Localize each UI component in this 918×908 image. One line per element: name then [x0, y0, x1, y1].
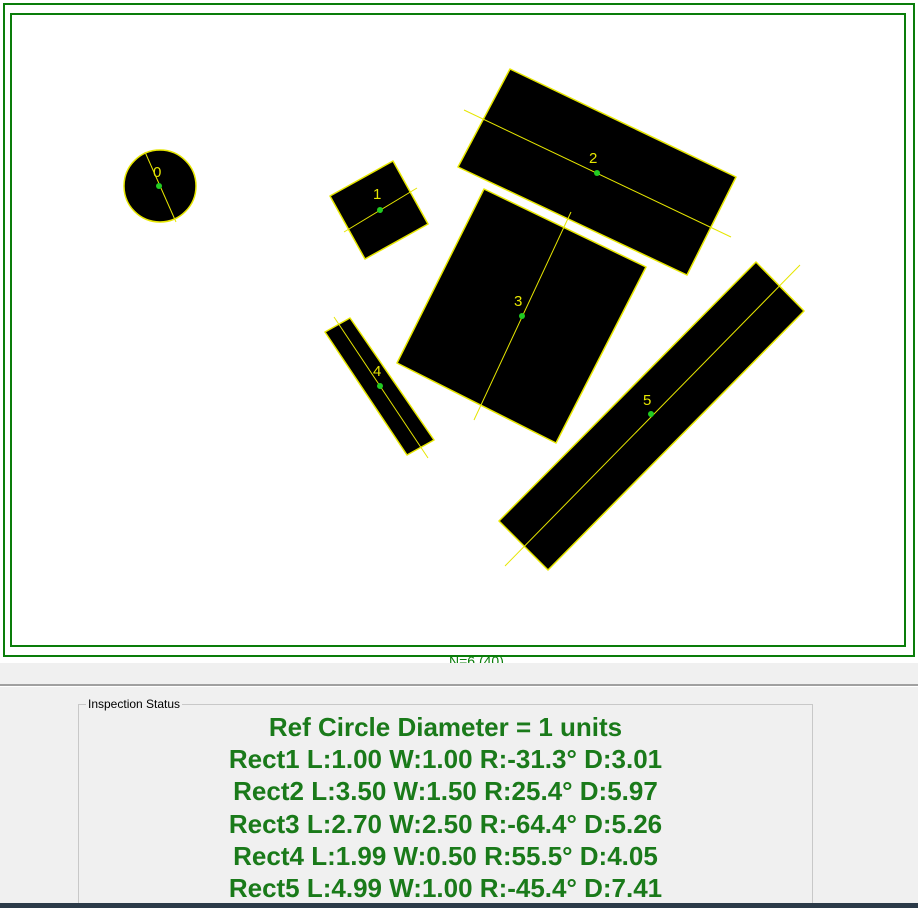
status-line-ref-circle: Ref Circle Diameter = 1 units: [268, 712, 623, 742]
inspection-viewport: 0 1 2 3 4 5 N=6 (40): [0, 0, 918, 663]
status-line-rect4: Rect4 L:1.99 W:0.50 R:55.5° D:4.05: [233, 841, 658, 871]
status-line-rect5: Rect5 L:4.99 W:1.00 R:-45.4° D:7.41: [228, 873, 663, 903]
object-3-label: 3: [514, 293, 522, 310]
object-1-label: 1: [373, 186, 381, 203]
status-line-rect1: Rect1 L:1.00 W:1.00 R:-31.3° D:3.01: [228, 744, 663, 774]
object-3-center-dot: [519, 313, 525, 319]
object-4-label: 4: [373, 363, 381, 380]
object-5-label: 5: [643, 392, 651, 409]
taskbar-strip: [0, 903, 918, 908]
object-0-center-dot: [156, 183, 162, 189]
inspection-status-caption: Inspection Status: [86, 697, 183, 711]
inspection-canvas: 0 1 2 3 4 5 N=6 (40): [3, 3, 915, 663]
object-0-label: 0: [153, 164, 161, 181]
object-1-rect: 1: [329, 160, 429, 260]
object-1-center-dot: [377, 207, 383, 213]
object-5-center-dot: [648, 411, 654, 417]
status-line-rect2: Rect2 L:3.50 W:1.50 R:25.4° D:5.97: [233, 776, 658, 806]
panel-separator: [0, 684, 918, 687]
object-2-center-dot: [594, 170, 600, 176]
object-0-circle: 0: [123, 149, 197, 223]
object-2-label: 2: [589, 150, 597, 167]
viewport-footer-label: N=6 (40): [449, 653, 504, 663]
status-line-rect3: Rect3 L:2.70 W:2.50 R:-64.4° D:5.26: [228, 809, 663, 839]
object-4-center-dot: [377, 383, 383, 389]
